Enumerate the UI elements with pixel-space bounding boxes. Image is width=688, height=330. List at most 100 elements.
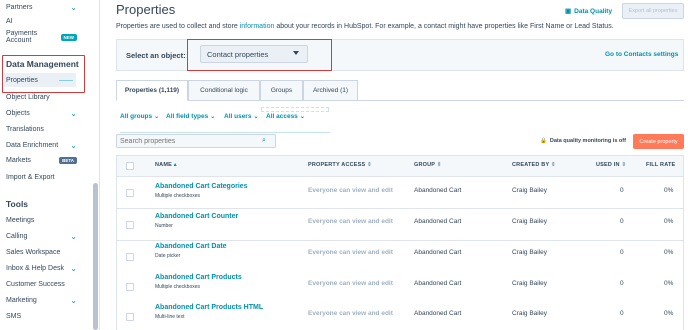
page-title: Properties xyxy=(116,2,176,17)
export-properties-button[interactable]: Export all properties xyxy=(622,3,684,19)
property-group: Abandoned Cart xyxy=(414,249,462,256)
property-access: Everyone can view and edit xyxy=(308,187,393,194)
used-in: 0 xyxy=(620,280,624,287)
tab-properties[interactable]: Properties (1,119) xyxy=(116,80,188,101)
column-header-used-in[interactable]: USED IN ⇕ xyxy=(596,162,626,168)
column-header-property-access[interactable]: PROPERTY ACCESS ⇕ xyxy=(308,162,372,168)
sidebar-item-calling[interactable]: Calling ⌄ xyxy=(6,229,93,243)
section-heading-tools: Tools xyxy=(6,199,29,209)
chevron-down-icon: ⌄ xyxy=(70,2,77,12)
created-by: Craig Bailey xyxy=(512,249,548,256)
chevron-down-icon: ⌄ xyxy=(70,295,77,305)
select-all-checkbox[interactable] xyxy=(126,162,134,170)
sort-icon: ⇕ xyxy=(436,162,442,168)
sidebar-item-label: Markets xyxy=(6,156,31,164)
column-header-label: GROUP xyxy=(414,162,436,168)
sidebar-item-ai[interactable]: AI xyxy=(6,14,93,28)
filter-label: All access xyxy=(266,113,298,120)
sidebar-item-customer-success[interactable]: Customer Success xyxy=(6,277,93,291)
sidebar-item-meetings[interactable]: Meetings xyxy=(6,213,93,227)
sidebar-item-label: Import & Export xyxy=(6,173,55,181)
row-checkbox[interactable] xyxy=(126,253,134,261)
search-input[interactable] xyxy=(116,134,276,148)
property-type: Number xyxy=(155,223,173,229)
sidebar-item-label: Payments Account xyxy=(6,30,38,44)
sort-icon: ▴ xyxy=(173,162,177,168)
sidebar-item-label: Inbox & Help Desk xyxy=(6,264,64,272)
row-checkbox[interactable] xyxy=(126,283,134,291)
column-header-label: CREATED BY xyxy=(512,162,550,168)
column-header-label: USED IN xyxy=(596,162,620,168)
tab-conditional-logic[interactable]: Conditional logic xyxy=(188,80,260,101)
sidebar-item-label: AI xyxy=(6,17,13,25)
property-name-link[interactable]: Abandoned Cart Products HTML xyxy=(155,304,263,311)
lock-icon: 🔒 xyxy=(540,138,547,144)
sidebar-item-import-export[interactable]: Import & Export xyxy=(6,170,93,184)
description-text: Properties are used to collect and store xyxy=(116,23,240,30)
object-select-dropdown[interactable]: Contact properties xyxy=(200,45,308,63)
filter-all-users[interactable]: All users ⌄ xyxy=(224,113,259,120)
fill-rate: 0% xyxy=(664,249,674,256)
column-header-label: FILL RATE xyxy=(646,162,676,168)
sidebar-item-markets[interactable]: Markets BETA xyxy=(6,153,93,167)
property-name-link[interactable]: Abandoned Cart Categories xyxy=(155,183,248,190)
sidebar-item-objects[interactable]: Objects ⌄ xyxy=(6,106,93,120)
property-group: Abandoned Cart xyxy=(414,280,462,287)
data-quality-button[interactable]: ▣ Data Quality xyxy=(565,7,612,16)
property-access: Everyone can view and edit xyxy=(308,249,393,256)
property-group: Abandoned Cart xyxy=(414,310,462,317)
filter-all-groups[interactable]: All groups ⌄ xyxy=(120,113,159,120)
property-name-link[interactable]: Abandoned Cart Products xyxy=(155,274,242,281)
column-header-group[interactable]: GROUP ⇕ xyxy=(414,162,442,168)
filter-label: All groups xyxy=(120,113,153,120)
property-access: Everyone can view and edit xyxy=(308,218,393,225)
sidebar-item-object-library[interactable]: Object Library xyxy=(6,90,93,104)
used-in: 0 xyxy=(620,218,624,225)
sidebar-item-partners[interactable]: Partners ⌄ xyxy=(6,0,93,14)
property-name-link[interactable]: Abandoned Cart Counter xyxy=(155,213,238,220)
sort-icon: ⇕ xyxy=(550,162,556,168)
used-in: 0 xyxy=(620,310,624,317)
tab-groups[interactable]: Groups xyxy=(260,80,303,101)
description-link[interactable]: information xyxy=(240,23,275,30)
sidebar-item-data-enrichment[interactable]: Data Enrichment ⌄ xyxy=(6,138,93,152)
fill-rate: 0% xyxy=(664,280,674,287)
property-name-link[interactable]: Abandoned Cart Date xyxy=(155,243,227,250)
column-header-name[interactable]: NAME ▴ xyxy=(155,162,177,168)
create-property-button[interactable]: Create property xyxy=(633,134,684,149)
sidebar-item-label: Properties xyxy=(6,76,38,84)
fill-rate: 0% xyxy=(664,310,674,317)
filter-all-access[interactable]: All access ⌄ xyxy=(266,113,305,120)
sidebar-scrollbar[interactable] xyxy=(93,183,98,330)
property-access: Everyone can view and edit xyxy=(308,310,393,317)
property-group: Abandoned Cart xyxy=(414,218,462,225)
sidebar-item-sales-workspace[interactable]: Sales Workspace xyxy=(6,245,93,259)
page-description: Properties are used to collect and store… xyxy=(116,23,614,30)
sidebar-item-sms[interactable]: SMS xyxy=(6,309,93,323)
filter-label: All field types xyxy=(166,113,209,120)
sidebar-item-properties[interactable]: Properties xyxy=(6,73,93,87)
filter-all-field-types[interactable]: All field types ⌄ xyxy=(166,113,215,120)
row-checkbox[interactable] xyxy=(126,313,134,321)
sidebar-item-payments-account[interactable]: Payments Account NEW xyxy=(6,30,93,44)
sort-icon: ⇕ xyxy=(621,162,627,168)
sidebar-item-marketing[interactable]: Marketing ⌄ xyxy=(6,293,93,307)
sidebar-item-label: Object Library xyxy=(6,93,50,101)
chevron-down-icon: ⌄ xyxy=(253,114,259,120)
tab-archived[interactable]: Archived (1) xyxy=(303,80,358,101)
table-row xyxy=(116,177,684,209)
settings-sidebar: Partners ⌄ AI Payments Account NEW Data … xyxy=(0,0,100,330)
column-header-fill-rate[interactable]: FILL RATE xyxy=(646,162,675,168)
row-checkbox[interactable] xyxy=(126,189,134,197)
chevron-down-icon: ⌄ xyxy=(70,108,77,118)
property-type: Multiple checkboxes xyxy=(155,193,201,199)
column-header-created-by[interactable]: CREATED BY ⇕ xyxy=(512,162,556,168)
goto-contacts-settings-link[interactable]: Go to Contacts settings xyxy=(605,51,678,58)
caret-down-icon xyxy=(293,51,299,55)
sidebar-item-label: Marketing xyxy=(6,296,37,304)
sidebar-item-translations[interactable]: Translations xyxy=(6,122,93,136)
sidebar-item-label: SMS xyxy=(6,312,22,320)
sidebar-item-inbox-help-desk[interactable]: Inbox & Help Desk ⌄ xyxy=(6,261,93,275)
beta-badge: BETA xyxy=(59,156,77,164)
row-checkbox[interactable] xyxy=(126,221,134,229)
